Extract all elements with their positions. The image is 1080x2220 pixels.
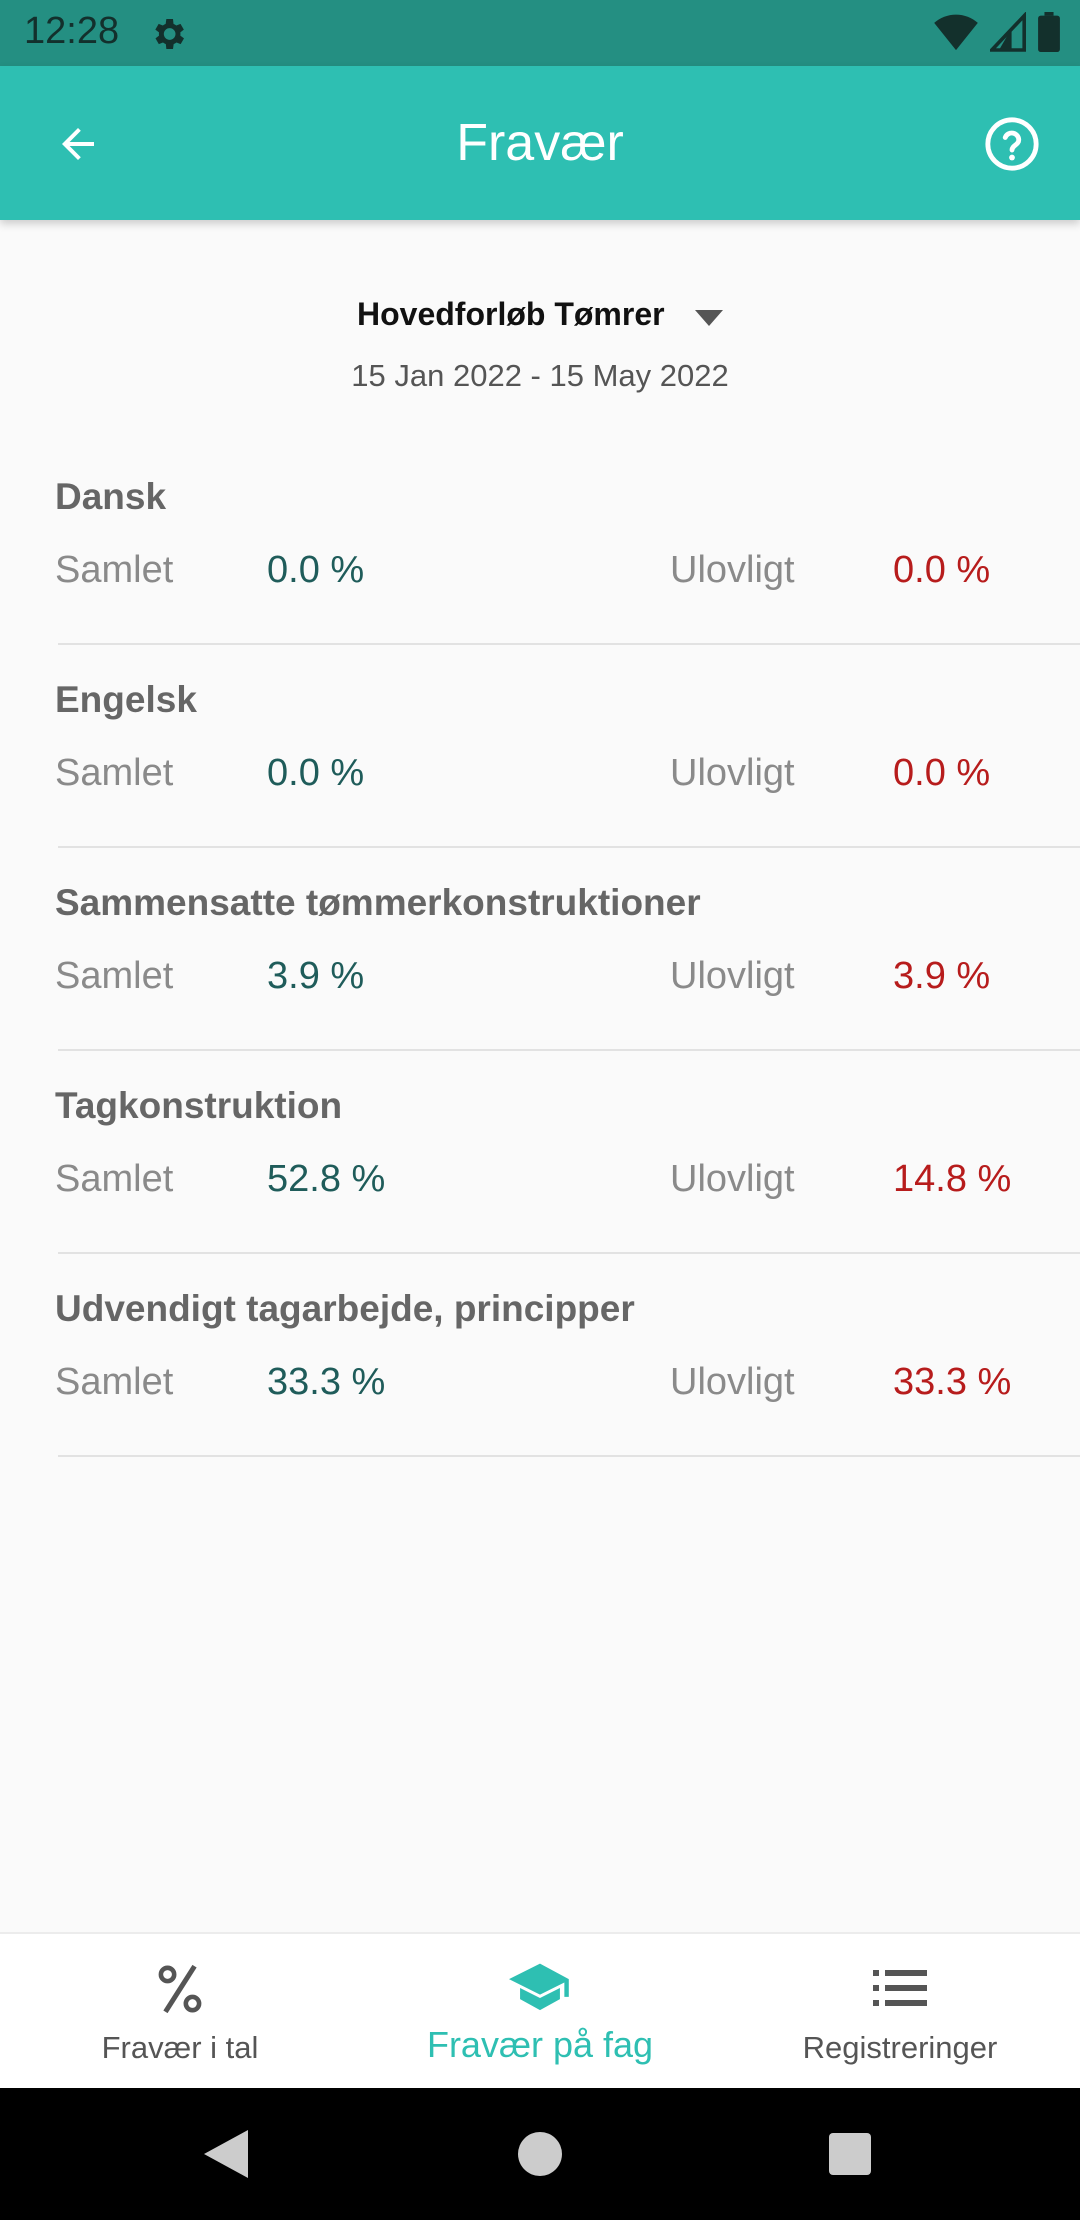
illegal-value: 0.0 % — [893, 752, 991, 794]
subject-row: Engelsk Samlet 0.0 % Ulovligt 0.0 % — [0, 669, 1080, 872]
divider — [58, 1455, 1080, 1457]
square-recents-icon — [829, 2133, 871, 2175]
subject-name: Dansk — [55, 476, 167, 517]
arrow-back-icon — [62, 128, 94, 160]
total-label: Samlet — [55, 1158, 174, 1200]
cell-signal-icon — [987, 11, 1026, 57]
status-time: 12:28 — [24, 10, 120, 52]
course-selector[interactable]: Hovedforløb Tømrer — [0, 296, 1080, 333]
nav-label: Fravær i tal — [101, 2030, 259, 2065]
screen: 12:28 Fravær Hovedforløb Tømrer 15 Jan 2… — [0, 0, 1080, 2220]
total-value: 52.8 % — [267, 1158, 386, 1200]
total-value: 0.0 % — [267, 752, 365, 794]
nav-label: Registreringer — [802, 2030, 998, 2065]
subject-row: Sammensatte tømmerkonstruktioner Samlet … — [0, 872, 1080, 1075]
dropdown-arrow-icon — [695, 310, 724, 331]
wifi-icon — [934, 12, 978, 57]
nav-item-fravaer-i-tal[interactable]: Fravær i tal — [0, 1934, 360, 2090]
date-range: 15 Jan 2022 - 15 May 2022 — [351, 358, 729, 393]
back-button[interactable] — [46, 112, 110, 176]
help-circle-icon — [985, 117, 1039, 171]
total-value: 33.3 % — [267, 1361, 386, 1403]
circle-home-icon — [518, 2132, 562, 2176]
help-button[interactable] — [980, 112, 1044, 176]
graduation-cap-icon — [360, 1962, 720, 2014]
illegal-label: Ulovligt — [670, 1361, 795, 1403]
subject-list: Dansk Samlet 0.0 % Ulovligt 0.0 % Engels… — [0, 466, 1080, 1481]
nav-item-registreringer[interactable]: Registreringer — [720, 1934, 1080, 2090]
illegal-value: 33.3 % — [893, 1361, 1012, 1403]
illegal-value: 14.8 % — [893, 1158, 1012, 1200]
percent-icon — [0, 1962, 360, 2016]
total-value: 3.9 % — [267, 955, 365, 997]
battery-icon — [1038, 12, 1060, 57]
status-bar: 12:28 — [0, 0, 1080, 66]
bottom-navigation: Fravær i tal Fravær på fag Registreringe… — [0, 1932, 1080, 2090]
illegal-label: Ulovligt — [670, 549, 795, 591]
divider — [58, 1049, 1080, 1051]
total-label: Samlet — [55, 549, 174, 591]
total-label: Samlet — [55, 1361, 174, 1403]
triangle-back-icon — [204, 2130, 248, 2178]
nav-label: Fravær på fag — [426, 2024, 654, 2065]
subject-name: Tagkonstruktion — [55, 1085, 343, 1126]
divider — [58, 846, 1080, 848]
subject-row: Dansk Samlet 0.0 % Ulovligt 0.0 % — [0, 466, 1080, 669]
illegal-label: Ulovligt — [670, 752, 795, 794]
subject-name: Sammensatte tømmerkonstruktioner — [55, 882, 701, 923]
app-bar: Fravær — [0, 66, 1080, 220]
total-value: 0.0 % — [267, 549, 365, 591]
system-recents-button[interactable] — [824, 2128, 876, 2180]
illegal-value: 3.9 % — [893, 955, 991, 997]
system-home-button[interactable] — [514, 2128, 566, 2180]
subject-row: Udvendigt tagarbejde, principper Samlet … — [0, 1278, 1080, 1481]
subject-name: Udvendigt tagarbejde, principper — [55, 1288, 635, 1329]
subject-row: Tagkonstruktion Samlet 52.8 % Ulovligt 1… — [0, 1075, 1080, 1278]
status-icons — [934, 11, 1060, 57]
total-label: Samlet — [55, 752, 174, 794]
settings-gear-icon — [148, 14, 188, 54]
system-back-button[interactable] — [200, 2128, 252, 2180]
divider — [58, 1252, 1080, 1254]
illegal-value: 0.0 % — [893, 549, 991, 591]
divider — [58, 643, 1080, 645]
nav-item-fravaer-paa-fag[interactable]: Fravær på fag — [360, 1934, 720, 2090]
subject-name: Engelsk — [55, 679, 197, 720]
total-label: Samlet — [55, 955, 174, 997]
system-navigation-bar — [0, 2088, 1080, 2220]
illegal-label: Ulovligt — [670, 955, 795, 997]
page-title: Fravær — [456, 114, 624, 172]
list-icon — [720, 1962, 1080, 2008]
illegal-label: Ulovligt — [670, 1158, 795, 1200]
course-name: Hovedforløb Tømrer — [356, 296, 665, 332]
